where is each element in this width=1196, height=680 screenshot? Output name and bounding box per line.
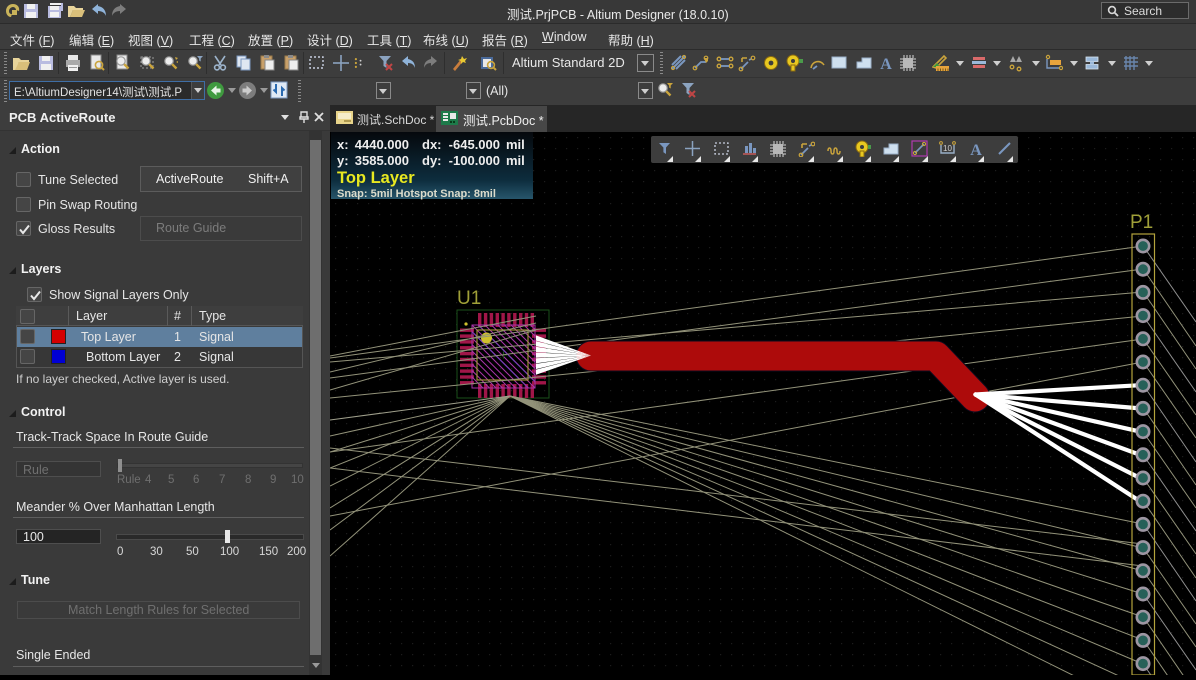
svg-text:U1: U1 [457,288,481,309]
svg-text:A: A [880,56,892,72]
svg-text:10: 10 [943,144,952,153]
svg-text:P1: P1 [1130,212,1153,233]
svg-text:A: A [970,142,982,157]
